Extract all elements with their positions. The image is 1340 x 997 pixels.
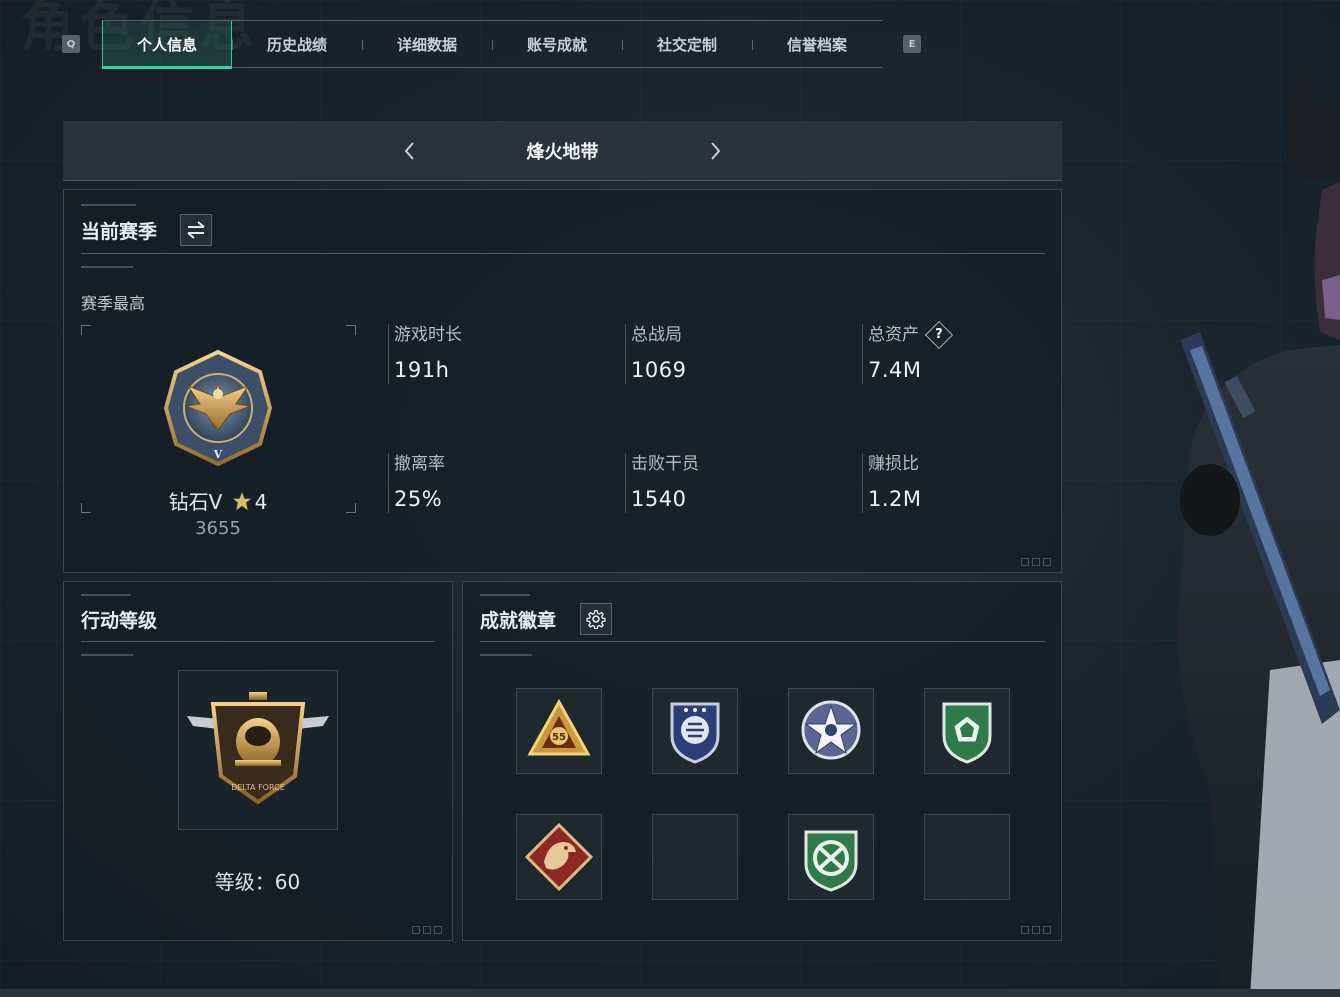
decor-tick [480, 654, 532, 656]
stat-value: 1540 [631, 487, 687, 511]
stat-label: 游戏时长 [394, 325, 462, 345]
swap-icon [187, 221, 205, 239]
diamond-rank-emblem-icon: V [163, 350, 273, 466]
q-key-hint[interactable]: Q [62, 35, 80, 53]
stat-value: 1.2M [868, 487, 922, 511]
svg-text:V: V [213, 448, 223, 461]
stat-total-matches: 总战局 1069 [625, 324, 825, 384]
panel-corner-decoration [1021, 926, 1051, 934]
chevron-right-icon[interactable] [704, 140, 726, 162]
blue-shield-badge-icon [670, 702, 720, 764]
panel-corner-decoration [412, 926, 442, 934]
emblem-text: DELTA FORCE [231, 783, 285, 792]
badge-slot-2[interactable] [652, 688, 738, 774]
stat-value: 1069 [631, 358, 687, 382]
stat-value: 25% [394, 487, 443, 511]
stat-extraction-rate: 撤离率 25% [388, 453, 588, 513]
tab-reputation-record[interactable]: 信誉档案 [752, 21, 882, 67]
gold-triangle-55-badge-icon: 55 [527, 698, 591, 756]
current-season-title: 当前赛季 [81, 221, 158, 243]
mode-title: 烽火地带 [526, 142, 599, 163]
tab-social-customization[interactable]: 社交定制 [622, 21, 752, 67]
badge-slot-3[interactable] [788, 688, 874, 774]
decor-tick [81, 266, 133, 268]
rank-tier-label: 钻石V [168, 490, 223, 514]
red-dragon-badge-icon [524, 822, 594, 892]
green-shield-badge-icon [942, 702, 992, 764]
decor-tick [81, 204, 136, 206]
mode-selector: 烽火地带 [63, 121, 1062, 181]
stat-label: 撤离率 [394, 454, 445, 474]
stat-label: 击败干员 [631, 454, 699, 474]
tab-personal-info[interactable]: 个人信息 [102, 21, 232, 69]
badge-slot-4[interactable] [924, 688, 1010, 774]
green-arrows-shield-badge-icon [804, 830, 858, 892]
panel-corner-decoration [1021, 558, 1051, 566]
badge-slot-6-empty[interactable] [652, 814, 738, 900]
section-divider [81, 641, 435, 642]
stat-label: 赚损比 [868, 454, 919, 474]
decor-tick [81, 654, 133, 656]
stat-total-assets: 总资产 ? 7.4M [862, 320, 1062, 384]
badge-slot-5[interactable] [516, 814, 602, 900]
season-switch-button[interactable] [180, 214, 212, 246]
rank-points: 3655 [195, 518, 241, 539]
badge-slot-8-empty[interactable] [924, 814, 1010, 900]
rank-star-count: 4 [254, 490, 268, 514]
tab-history-record[interactable]: 历史战绩 [232, 21, 362, 67]
section-divider [480, 641, 1045, 642]
stat-profit-loss-ratio: 赚损比 1.2M [862, 453, 1062, 513]
operator-character-portrait [1178, 70, 1340, 997]
stat-play-time: 游戏时长 191h [388, 324, 588, 384]
bottom-strip [0, 989, 1340, 997]
decor-tick [480, 594, 530, 596]
svg-text:55: 55 [552, 732, 566, 743]
badge-settings-button[interactable] [580, 603, 612, 635]
tab-account-achievements[interactable]: 账号成就 [492, 21, 622, 67]
rank-name: 钻石V 4 [138, 486, 298, 515]
tab-detailed-data[interactable]: 详细数据 [362, 21, 492, 67]
badge-slot-7[interactable] [788, 814, 874, 900]
achievement-badges-title: 成就徽章 [480, 610, 557, 632]
level-value: 等级：60 [214, 870, 301, 894]
stat-value: 191h [394, 358, 450, 382]
helicopter-level-emblem-icon: DELTA FORCE [187, 692, 329, 805]
stat-label: 总战局 [631, 325, 682, 345]
badge-slot-1[interactable]: 55 [516, 688, 602, 774]
silver-star-badge-icon [801, 700, 861, 760]
section-divider [81, 253, 1045, 254]
decor-tick [81, 594, 131, 596]
stat-label: 总资产 [868, 325, 919, 345]
e-key-hint[interactable]: E [903, 35, 921, 53]
gear-icon [586, 610, 606, 629]
action-level-title: 行动等级 [81, 610, 158, 632]
top-tab-bar: 个人信息 历史战绩 详细数据 账号成就 社交定制 信誉档案 [102, 20, 882, 69]
help-icon[interactable]: ? [924, 320, 954, 350]
stat-value: 7.4M [868, 358, 922, 382]
stat-operators-defeated: 击败干员 1540 [625, 453, 825, 513]
star-icon [230, 489, 254, 513]
season-best-label: 赛季最高 [81, 294, 146, 313]
